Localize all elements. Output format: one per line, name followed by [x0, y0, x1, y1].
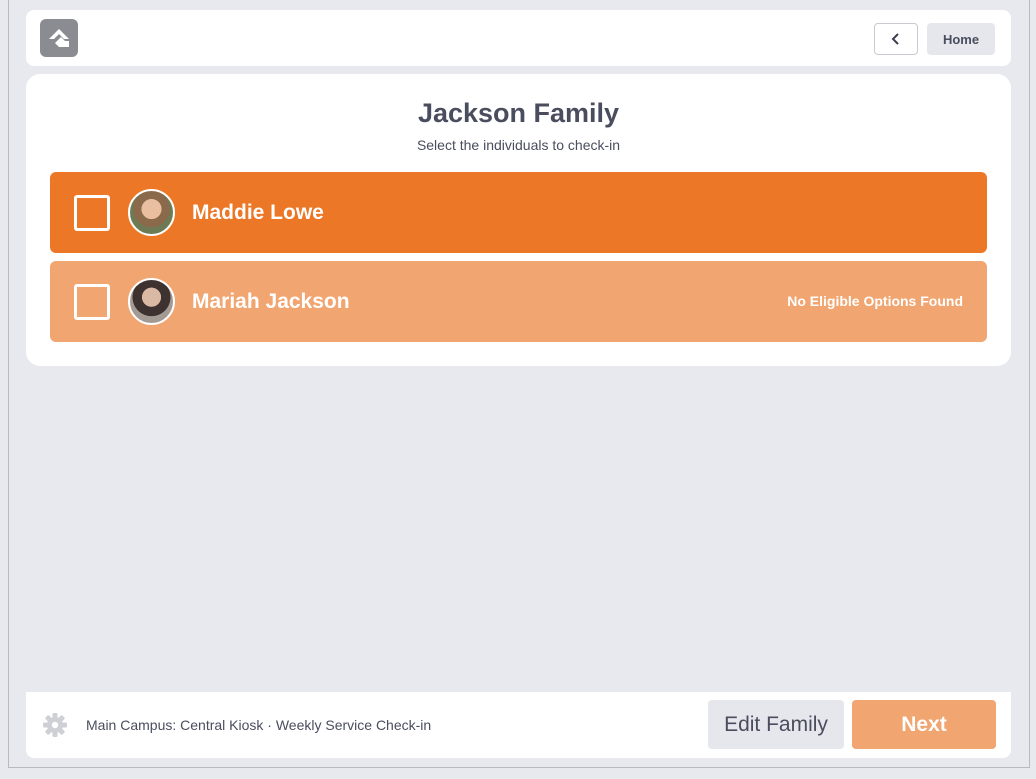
person-row-mariah-jackson[interactable]: Mariah Jackson No Eligible Options Found	[50, 261, 987, 342]
rock-logo-icon	[40, 19, 78, 57]
avatar	[128, 278, 175, 325]
person-name: Maddie Lowe	[192, 201, 324, 224]
person-checkbox[interactable]	[74, 284, 110, 320]
family-subtitle: Select the individuals to check-in	[416, 137, 621, 153]
back-button[interactable]	[874, 23, 918, 55]
home-button[interactable]: Home	[927, 23, 995, 55]
gear-icon[interactable]	[42, 712, 68, 738]
family-title: Jackson Family	[417, 98, 620, 128]
footer-bar: Main Campus: Central Kiosk · Weekly Serv…	[26, 692, 1011, 758]
person-checkbox[interactable]	[74, 195, 110, 231]
person-row-maddie-lowe[interactable]: Maddie Lowe	[50, 172, 987, 253]
person-name: Mariah Jackson	[192, 290, 350, 313]
family-card: Jackson Family Select the individuals to…	[26, 74, 1011, 366]
eligibility-note: No Eligible Options Found	[787, 293, 963, 309]
avatar	[128, 189, 175, 236]
next-button[interactable]: Next	[852, 700, 996, 749]
chevron-left-icon	[891, 33, 899, 45]
edit-family-button[interactable]: Edit Family	[708, 700, 844, 749]
kiosk-info: Main Campus: Central Kiosk · Weekly Serv…	[86, 717, 432, 733]
header-bar: Home	[26, 10, 1011, 66]
